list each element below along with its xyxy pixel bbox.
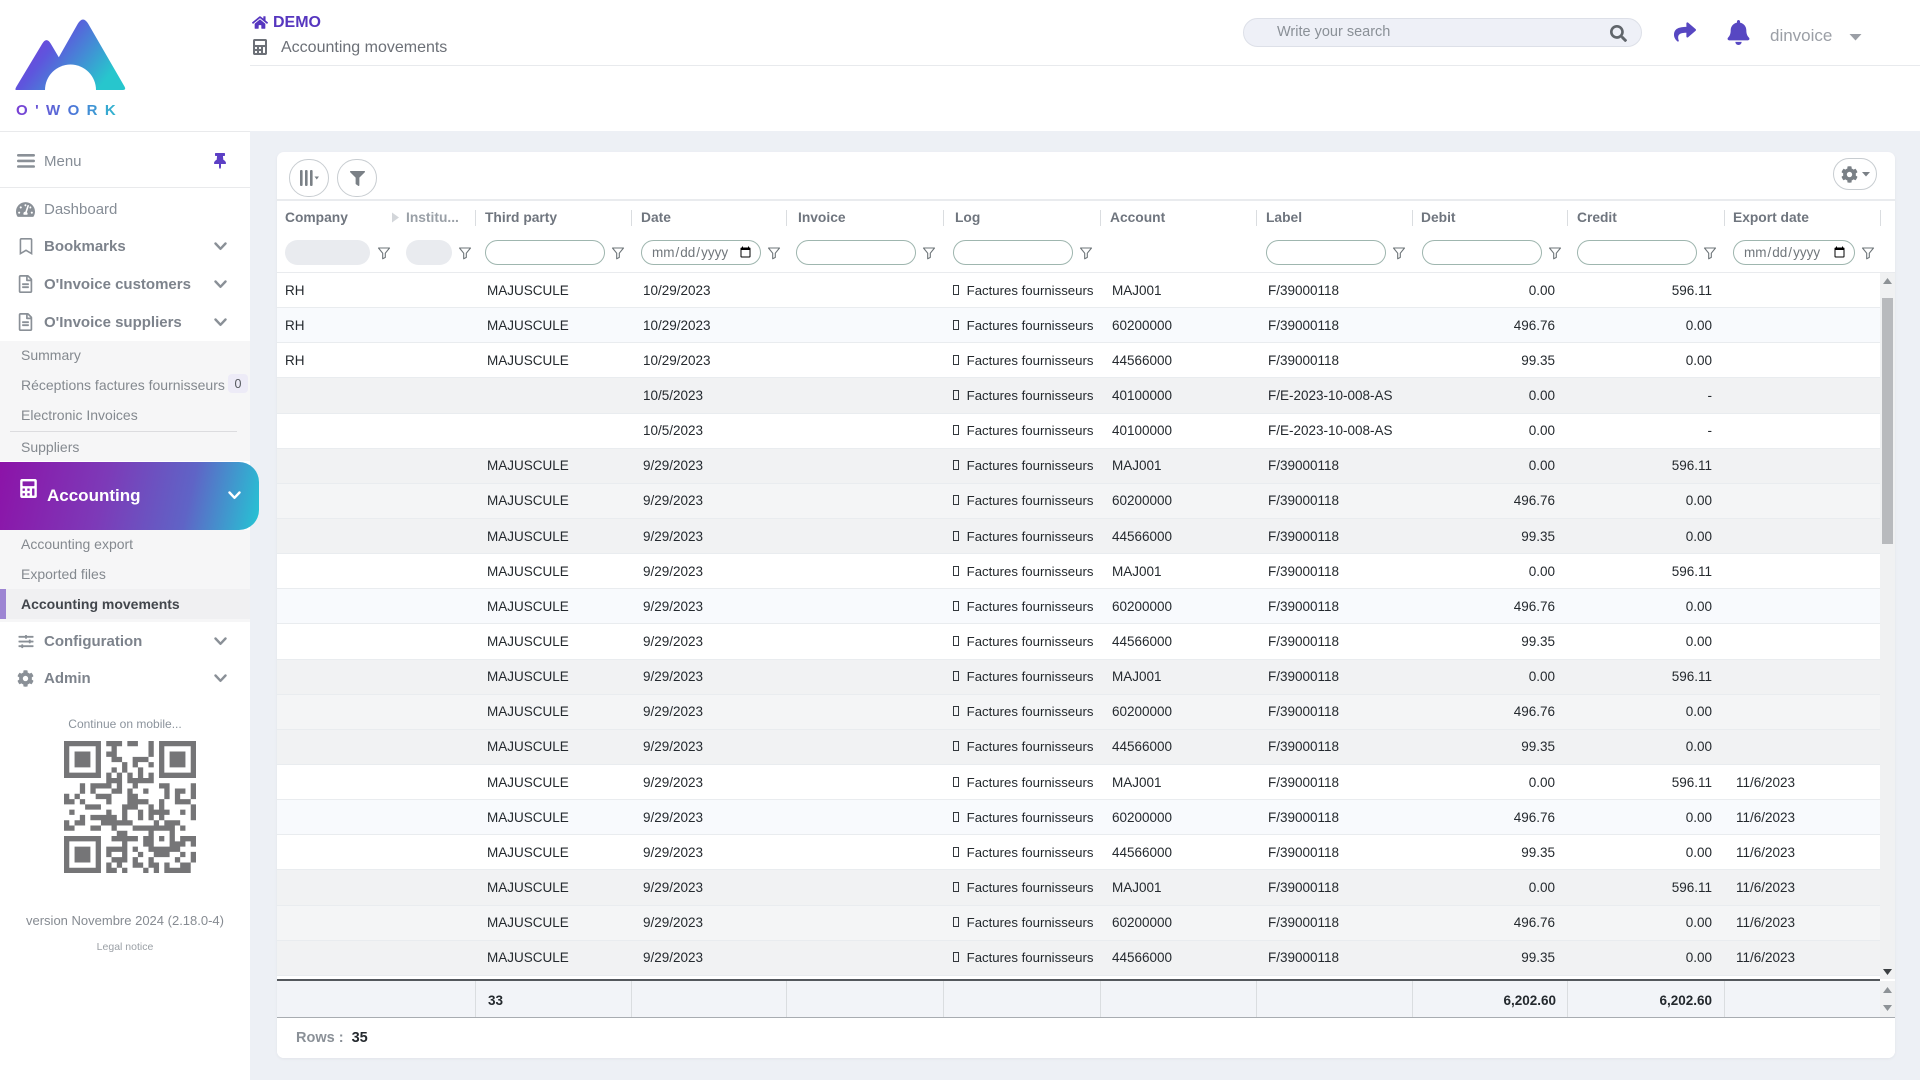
svg-text:O'WORK: O'WORK [16, 102, 123, 118]
